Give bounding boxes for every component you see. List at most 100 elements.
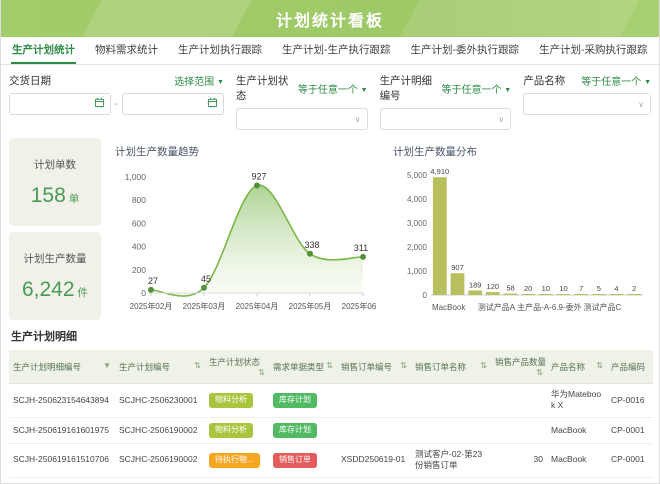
caret-down-icon: ▼: [217, 79, 224, 86]
date-start-input[interactable]: [9, 93, 111, 115]
cell-product_name: MacBook: [547, 417, 607, 443]
cell-status: 物料分析: [205, 477, 269, 484]
trend-chart-panel: 计划生产数量趋势 02004006008001,0002025年02月2025年…: [107, 138, 379, 320]
sort-icon[interactable]: ⇅: [480, 361, 487, 370]
column-header-demand_type[interactable]: 需求单据类型⇅: [269, 350, 337, 384]
product-name-select[interactable]: ∨: [523, 93, 651, 115]
sort-icon[interactable]: ⇅: [536, 368, 543, 377]
cell-order_name: [411, 417, 491, 443]
cell-product_name: MacBook: [547, 477, 607, 484]
column-header-status[interactable]: 生产计划状态⇅: [205, 350, 269, 384]
stat-title: 计划单数: [34, 157, 76, 172]
cell-product_code: CP-0001: [607, 417, 653, 443]
filter-plan-status: 生产计划状态等于任意一个 ▼ ∨: [236, 73, 368, 130]
table-row[interactable]: SCJH-250619105433703SCJHC-2506190001物料分析…: [9, 477, 653, 484]
filter-operator-button[interactable]: 等于任意一个 ▼: [442, 81, 512, 96]
cell-product_name: MacBook: [547, 443, 607, 477]
filter-caret-icon[interactable]: ▼: [103, 361, 111, 370]
filter-operator-button[interactable]: 选择范围 ▼: [174, 73, 224, 88]
column-header-product_code[interactable]: 产品编码: [607, 350, 653, 384]
cell-detail_no: SCJH-250619161510706: [9, 443, 115, 477]
tab-1[interactable]: 生产计划统计: [11, 36, 76, 64]
svg-text:120: 120: [487, 282, 500, 291]
tab-2[interactable]: 物料需求统计: [94, 36, 159, 64]
stat-unit: 件: [78, 287, 89, 299]
stat-value: 158单: [31, 184, 80, 208]
stat-title: 计划生产数量: [24, 251, 87, 266]
status-badge: 待执行物...: [209, 453, 260, 468]
cell-plan_no: SCJHC-2506190001: [115, 477, 205, 484]
filter-operator-button[interactable]: 等于任意一个 ▼: [581, 73, 651, 88]
tab-6[interactable]: 生产计划-采购执行跟踪: [538, 36, 649, 64]
cell-order_name: 测试客户-02-第23份销售订单: [411, 443, 491, 477]
column-header-plan_no[interactable]: 生产计划编号⇅: [115, 350, 205, 384]
filter-operator-button[interactable]: 等于任意一个 ▼: [298, 81, 368, 96]
svg-text:200: 200: [132, 265, 146, 275]
column-header-detail_no[interactable]: 生产计划明细编号▼: [9, 350, 115, 384]
sort-icon[interactable]: ⇅: [596, 361, 603, 370]
plan-detail-section: 生产计划明细 生产计划明细编号▼生产计划编号⇅生产计划状态⇅需求单据类型⇅销售订…: [1, 320, 659, 484]
tab-4[interactable]: 生产计划-生产执行跟踪: [281, 36, 392, 64]
filter-product-name: 产品名称等于任意一个 ▼∨: [523, 73, 651, 130]
tab-3[interactable]: 生产计划执行跟踪: [177, 36, 263, 64]
sort-icon[interactable]: ⇅: [194, 361, 201, 370]
tab-5[interactable]: 生产计划-委外执行跟踪: [410, 36, 521, 64]
cell-status: 物料分析: [205, 417, 269, 443]
sort-icon[interactable]: ⇅: [400, 361, 407, 370]
stat-value: 6,242件: [22, 278, 88, 302]
svg-text:2025年06月: 2025年06月: [342, 301, 377, 311]
cell-status: 物料分析: [205, 384, 269, 418]
svg-text:2025年04月: 2025年04月: [236, 301, 279, 311]
dashboard-row: 计划单数 158单计划生产数量 6,242件 计划生产数量趋势 0200400600…: [1, 136, 659, 320]
date-end-input[interactable]: [122, 93, 224, 115]
cell-detail_no: SCJH-250619105433703: [9, 477, 115, 484]
svg-text:5: 5: [597, 284, 601, 293]
svg-text:MacBook: MacBook: [432, 303, 466, 312]
demand_type-badge: 库存计划: [273, 393, 317, 408]
trend-chart-title: 计划生产数量趋势: [115, 144, 377, 159]
cell-qty: [491, 417, 547, 443]
cell-order_name: [411, 477, 491, 484]
cell-product_code: CP-0001: [607, 477, 653, 484]
svg-text:10: 10: [542, 284, 550, 293]
table-row[interactable]: SCJH-250619161510706SCJHC-2506190002待执行物…: [9, 443, 653, 477]
column-header-order_name[interactable]: 销售订单名称⇅: [411, 350, 491, 384]
page-title: 计划统计看板: [276, 7, 384, 31]
svg-text:58: 58: [506, 284, 514, 293]
plan-status-select[interactable]: ∨: [236, 108, 368, 130]
svg-text:0: 0: [423, 291, 428, 300]
column-header-order_no[interactable]: 销售订单编号⇅: [337, 350, 411, 384]
filter-bar: 交货日期选择范围 ▼-生产计划状态等于任意一个 ▼∨生产计明细编号等于任意一个 …: [1, 65, 659, 136]
distribution-chart-panel: 计划生产数量分布 01,0002,0003,0004,0005,0004,910…: [385, 138, 651, 320]
cell-qty: [491, 477, 547, 484]
sort-icon[interactable]: ⇅: [326, 361, 333, 370]
table-section-title: 生产计划明细: [11, 328, 651, 344]
cell-order_no: [337, 477, 411, 484]
table-row[interactable]: SCJH-250623154643894SCJHC-2506230001物料分析…: [9, 384, 653, 418]
column-header-qty[interactable]: 销售产品数量⇅: [491, 350, 547, 384]
column-header-product_name[interactable]: 产品名称⇅: [547, 350, 607, 384]
demand_type-badge: 库存计划: [273, 423, 317, 438]
cell-plan_no: SCJHC-2506230001: [115, 384, 205, 418]
stat-cards: 计划单数 158单计划生产数量 6,242件: [9, 138, 101, 320]
table-header: 生产计划明细编号▼生产计划编号⇅生产计划状态⇅需求单据类型⇅销售订单编号⇅销售订…: [9, 350, 653, 384]
svg-text:2,000: 2,000: [407, 243, 428, 252]
table-row[interactable]: SCJH-250619161601975SCJHC-2506190002物料分析…: [9, 417, 653, 443]
plan-detail-table: 生产计划明细编号▼生产计划编号⇅生产计划状态⇅需求单据类型⇅销售订单编号⇅销售订…: [9, 350, 653, 484]
stat-unit: 单: [69, 193, 80, 205]
caret-down-icon: ▼: [504, 87, 511, 94]
svg-text:600: 600: [132, 218, 146, 228]
filter-delivery-date: 交货日期选择范围 ▼-: [9, 73, 224, 130]
chevron-down-icon: ∨: [355, 115, 361, 124]
filter-label: 生产计划状态: [236, 73, 298, 103]
svg-text:927: 927: [251, 171, 266, 181]
svg-text:3,000: 3,000: [407, 219, 428, 228]
svg-text:10: 10: [559, 284, 567, 293]
sort-icon[interactable]: ⇅: [258, 368, 265, 377]
cell-order_no: [337, 417, 411, 443]
svg-text:2025年05月: 2025年05月: [289, 301, 332, 311]
svg-text:45: 45: [201, 274, 211, 284]
plan-detail-no-select[interactable]: ∨: [380, 108, 512, 130]
svg-text:2: 2: [632, 284, 636, 293]
banner-decoration: [388, 0, 651, 37]
